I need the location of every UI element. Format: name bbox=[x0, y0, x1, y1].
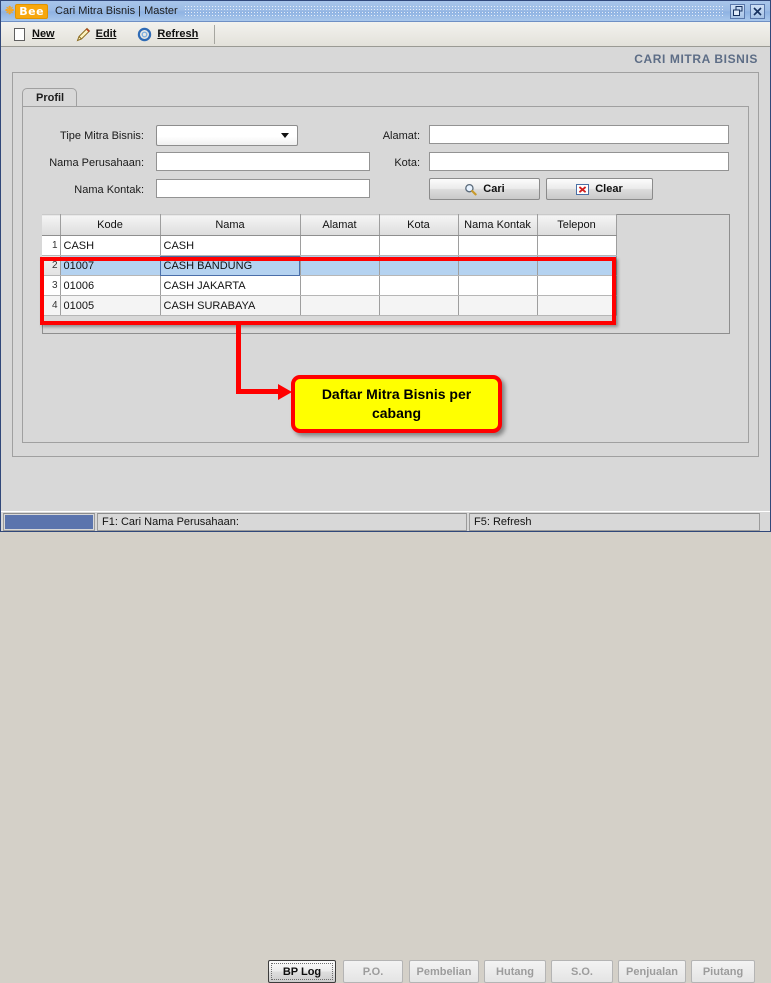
pencil-edit-icon bbox=[76, 27, 91, 42]
new-button-label: New bbox=[32, 28, 55, 40]
cell-nama-kontak[interactable] bbox=[458, 235, 538, 256]
cell-kode[interactable]: 01005 bbox=[60, 295, 161, 316]
window-title: Cari Mitra Bisnis | Master bbox=[55, 5, 178, 17]
cell-nama[interactable]: CASH BANDUNG bbox=[160, 255, 301, 276]
table-row[interactable]: 3 01006 CASH JAKARTA bbox=[42, 275, 617, 296]
row-number: 2 bbox=[42, 255, 61, 276]
annotation-arrow-head-icon bbox=[278, 384, 292, 400]
cell-nama[interactable]: CASH JAKARTA bbox=[160, 275, 301, 296]
column-header-nama[interactable]: Nama bbox=[160, 214, 301, 236]
cell-kota[interactable] bbox=[379, 235, 459, 256]
label-tipe-mitra-bisnis: Tipe Mitra Bisnis: bbox=[60, 130, 144, 142]
new-button[interactable]: New bbox=[4, 24, 65, 45]
cell-nama[interactable]: CASH SURABAYA bbox=[160, 295, 301, 316]
page-title: CARI MITRA BISNIS bbox=[634, 52, 758, 66]
po-button: P.O. bbox=[343, 960, 403, 983]
bp-log-button[interactable]: BP Log bbox=[268, 960, 336, 983]
status-hint-right: F5: Refresh bbox=[469, 512, 760, 531]
row-number: 1 bbox=[42, 235, 61, 256]
title-bar: ❉ Bee Cari Mitra Bisnis | Master bbox=[1, 1, 770, 22]
tab-profil[interactable]: Profil bbox=[22, 88, 78, 107]
cell-kode[interactable]: CASH bbox=[60, 235, 161, 256]
cell-nama[interactable]: CASH bbox=[160, 235, 301, 256]
kota-input[interactable] bbox=[429, 152, 729, 171]
cell-alamat[interactable] bbox=[300, 295, 380, 316]
cell-telepon[interactable] bbox=[537, 235, 617, 256]
page-header: CARI MITRA BISNIS bbox=[1, 48, 770, 72]
refresh-button-label: Refresh bbox=[157, 28, 199, 40]
bee-wordmark: Bee bbox=[15, 3, 49, 19]
table-row[interactable]: 4 01005 CASH SURABAYA bbox=[42, 295, 617, 316]
new-document-icon bbox=[12, 27, 27, 42]
cell-kode[interactable]: 01007 bbox=[60, 255, 161, 276]
label-nama-kontak: Nama Kontak: bbox=[74, 184, 144, 196]
cell-kota[interactable] bbox=[379, 275, 459, 296]
table-row[interactable]: 1 CASH CASH bbox=[42, 235, 617, 256]
row-number-header bbox=[42, 214, 61, 236]
toolbar-separator bbox=[214, 24, 216, 44]
nama-kontak-input[interactable] bbox=[156, 179, 370, 198]
cell-alamat[interactable] bbox=[300, 275, 380, 296]
column-header-alamat[interactable]: Alamat bbox=[300, 214, 380, 236]
row-number: 3 bbox=[42, 275, 61, 296]
annotation-arrow-horizontal bbox=[236, 389, 282, 394]
red-x-clear-icon bbox=[576, 183, 590, 196]
cell-alamat[interactable] bbox=[300, 255, 380, 276]
edit-button-label: Edit bbox=[95, 28, 117, 40]
label-nama-perusahaan: Nama Perusahaan: bbox=[49, 157, 144, 169]
mitra-bisnis-table[interactable]: Kode Nama Alamat Kota Nama Kontak Telepo… bbox=[42, 214, 617, 316]
piutang-button: Piutang bbox=[691, 960, 755, 983]
tab-strip: Profil bbox=[22, 88, 78, 107]
cell-kota[interactable] bbox=[379, 295, 459, 316]
restore-icon bbox=[732, 6, 742, 16]
alamat-input[interactable] bbox=[429, 125, 729, 144]
cell-alamat[interactable] bbox=[300, 235, 380, 256]
application-window: ❉ Bee Cari Mitra Bisnis | Master New Edi… bbox=[0, 0, 771, 983]
clear-button[interactable]: Clear bbox=[546, 178, 653, 200]
bee-glyph-icon: ❉ bbox=[5, 4, 15, 17]
restore-window-button[interactable] bbox=[730, 3, 745, 19]
cell-telepon[interactable] bbox=[537, 275, 617, 296]
cari-button[interactable]: Cari bbox=[429, 178, 540, 200]
clear-button-label: Clear bbox=[595, 183, 623, 195]
cari-button-label: Cari bbox=[483, 183, 505, 195]
refresh-circular-icon bbox=[137, 27, 152, 42]
cell-kode[interactable]: 01006 bbox=[60, 275, 161, 296]
edit-button[interactable]: Edit bbox=[68, 24, 127, 45]
app-logo: ❉ Bee bbox=[5, 3, 49, 19]
label-kota: Kota: bbox=[394, 157, 420, 169]
magnifier-search-icon bbox=[464, 183, 477, 196]
annotation-callout: Daftar Mitra Bisnis per cabang bbox=[291, 375, 502, 433]
cell-telepon[interactable] bbox=[537, 255, 617, 276]
cell-telepon[interactable] bbox=[537, 295, 617, 316]
close-window-button[interactable] bbox=[750, 3, 765, 19]
refresh-button[interactable]: Refresh bbox=[129, 24, 208, 45]
status-bar: F1: Cari Nama Perusahaan: F5: Refresh bbox=[1, 511, 770, 531]
title-bar-texture bbox=[183, 4, 724, 18]
main-toolbar: New Edit Refresh bbox=[1, 22, 770, 47]
so-button: S.O. bbox=[551, 960, 613, 983]
cell-nama-kontak[interactable] bbox=[458, 275, 538, 296]
column-header-telepon[interactable]: Telepon bbox=[537, 214, 617, 236]
status-hint-left: F1: Cari Nama Perusahaan: bbox=[97, 512, 467, 531]
cell-kota[interactable] bbox=[379, 255, 459, 276]
column-header-nama-kontak[interactable]: Nama Kontak bbox=[458, 214, 538, 236]
table-header-row: Kode Nama Alamat Kota Nama Kontak Telepo… bbox=[42, 214, 617, 236]
annotation-arrow-vertical bbox=[236, 322, 241, 394]
label-alamat: Alamat: bbox=[382, 130, 420, 142]
column-header-kode[interactable]: Kode bbox=[60, 214, 161, 236]
chevron-down-icon bbox=[281, 133, 289, 138]
column-header-kota[interactable]: Kota bbox=[379, 214, 459, 236]
status-progress-indicator bbox=[3, 512, 95, 531]
close-icon bbox=[753, 6, 762, 16]
penjualan-button: Penjualan bbox=[618, 960, 686, 983]
table-row-selected[interactable]: 2 01007 CASH BANDUNG bbox=[42, 255, 617, 276]
hutang-button: Hutang bbox=[484, 960, 546, 983]
tipe-mitra-bisnis-combobox[interactable] bbox=[156, 125, 298, 146]
row-number: 4 bbox=[42, 295, 61, 316]
pembelian-button: Pembelian bbox=[409, 960, 479, 983]
cell-nama-kontak[interactable] bbox=[458, 295, 538, 316]
bottom-button-bar: BP Log P.O. Pembelian Hutang S.O. Penjua… bbox=[0, 478, 771, 983]
cell-nama-kontak[interactable] bbox=[458, 255, 538, 276]
